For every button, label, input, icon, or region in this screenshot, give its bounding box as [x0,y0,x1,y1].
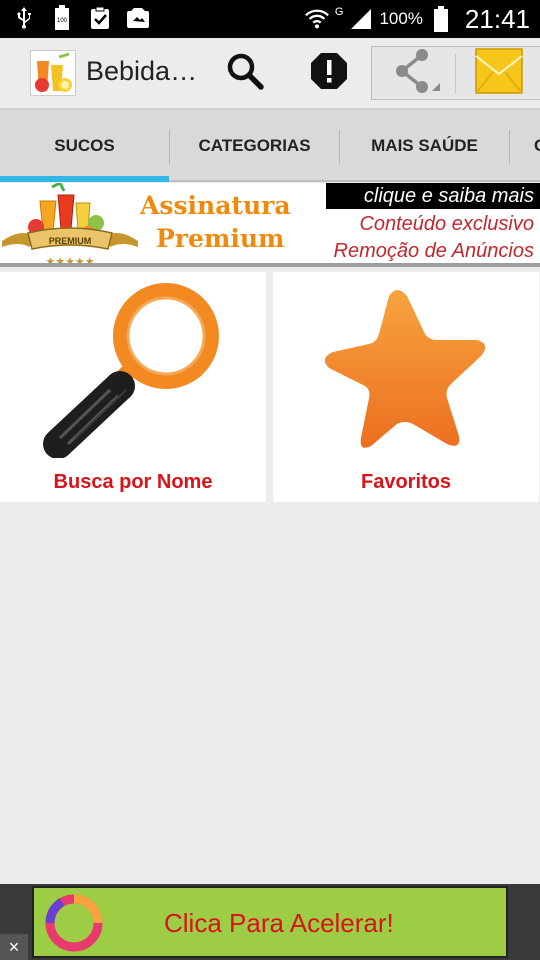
wifi-icon [304,7,329,31]
tab-sucos[interactable]: SUCOS [0,110,169,182]
battery-icon [429,6,453,32]
photo-icon [126,6,150,30]
premium-title-line2: Premium [156,224,285,253]
signal-icon [349,7,373,31]
app-title: Bebida… [86,56,198,86]
action-divider [455,54,456,94]
tab-overflow[interactable]: C [512,110,540,182]
usb-icon [12,6,36,30]
magnifier-icon [38,278,228,463]
share-button[interactable] [382,47,446,99]
share-icon [386,47,442,100]
premium-feature-2: Remoção de Anúncios [333,240,535,262]
battery-100-icon: 100 [50,5,74,30]
svg-text:★★★★★: ★★★★★ [45,255,94,267]
search-button[interactable] [222,44,268,102]
alert-button[interactable] [306,44,352,102]
ad-banner[interactable]: Clica Para Acelerar! [0,884,540,960]
ad-content[interactable]: Clica Para Acelerar! [32,886,508,958]
svg-text:100: 100 [57,18,68,24]
network-type: G [334,6,344,18]
alert-icon [309,51,349,96]
grid-item-favoritos[interactable]: Favoritos [273,272,539,502]
svg-text:PREMIUM: PREMIUM [49,236,92,246]
grid-label: Busca por Nome [53,471,213,493]
search-icon [225,51,265,96]
grid-item-busca[interactable]: Busca por Nome [0,272,266,502]
ad-text: Clica Para Acelerar! [164,908,394,938]
ad-close-button[interactable]: × [0,934,28,960]
tab-divider [509,130,510,164]
app-logo[interactable] [30,50,76,96]
status-bar: 100 G 100% 21:41 [0,0,540,38]
premium-logo: PREMIUM ★★★★★ [0,183,140,267]
tab-selected-indicator [0,176,169,182]
star-icon [317,282,497,463]
tab-bar: SUCOS CATEGORIAS MAIS SAÚDE C [0,108,540,182]
clipboard-check-icon [88,6,112,30]
tab-mais-saude[interactable]: MAIS SAÚDE [340,110,509,182]
clock: 21:41 [464,3,530,34]
grid-label: Favoritos [360,471,452,493]
action-bar: Bebida… [0,38,540,108]
ad-ring-icon [42,892,106,959]
mail-icon [475,47,523,99]
premium-cta[interactable]: clique e saiba mais [326,183,540,209]
premium-banner[interactable]: PREMIUM ★★★★★ Assinatura Premium clique … [0,183,540,267]
battery-percent: 100% [379,9,423,28]
mail-button[interactable] [474,47,524,99]
tab-categorias[interactable]: CATEGORIAS [170,110,339,182]
premium-title-line1: Assinatura [140,191,291,220]
premium-feature-1: Conteúdo exclusivo [359,213,534,235]
